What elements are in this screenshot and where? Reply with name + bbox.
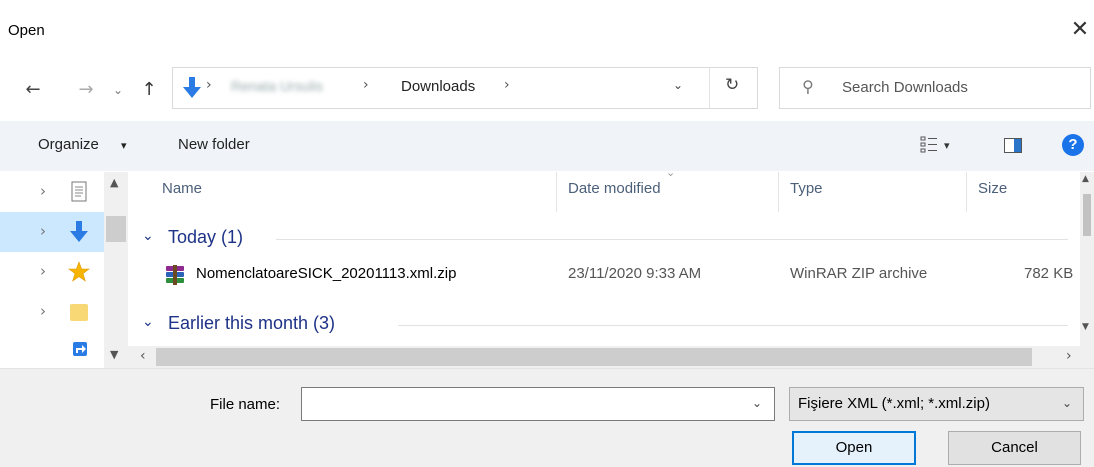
- file-list: Name ⌄ Date modified Type Size ⌄ Today (…: [128, 166, 1094, 368]
- scroll-left-icon[interactable]: ‹: [140, 348, 146, 364]
- preview-pane-icon[interactable]: [1004, 138, 1022, 153]
- open-button[interactable]: Open: [792, 431, 916, 465]
- scroll-up-icon[interactable]: ▲: [110, 176, 118, 189]
- address-dropdown-icon[interactable]: ⌄: [673, 78, 683, 92]
- recent-locations-icon[interactable]: ⌄: [110, 77, 126, 103]
- search-icon: ⚲: [802, 77, 814, 96]
- star-icon: [68, 261, 90, 282]
- back-icon[interactable]: ←: [22, 77, 44, 103]
- scroll-thumb[interactable]: [1083, 194, 1091, 236]
- nav-item-folder[interactable]: ›: [0, 292, 104, 332]
- column-header-row: Name ⌄ Date modified Type Size: [128, 166, 1080, 212]
- breadcrumb-user-folder[interactable]: Renata Ursulis: [231, 78, 351, 96]
- column-header-type[interactable]: Type: [790, 180, 823, 197]
- breadcrumb-downloads[interactable]: Downloads: [401, 78, 475, 95]
- column-divider[interactable]: [778, 172, 779, 212]
- expand-chevron-icon[interactable]: ›: [40, 182, 46, 200]
- download-icon: [70, 221, 88, 242]
- close-icon[interactable]: ✕: [1068, 16, 1092, 44]
- group-divider: [276, 239, 1068, 240]
- file-name-combo[interactable]: ⌄: [301, 387, 775, 421]
- file-size: 782 KB: [1024, 265, 1074, 282]
- file-name-label: File name:: [210, 396, 281, 413]
- column-header-date[interactable]: Date modified: [568, 180, 661, 197]
- collapse-chevron-icon[interactable]: ⌄: [142, 228, 154, 244]
- organize-button[interactable]: Organize: [38, 136, 99, 153]
- expand-chevron-icon[interactable]: ›: [40, 262, 46, 280]
- file-list-vertical-scrollbar[interactable]: ▲ ▼: [1080, 172, 1094, 346]
- nav-item-shortcut[interactable]: [0, 328, 104, 368]
- file-type-filter-select[interactable]: Fişiere XML (*.xml; *.xml.zip) ⌄: [789, 387, 1084, 421]
- group-header-today[interactable]: ⌄ Today (1): [128, 222, 1078, 256]
- cancel-button[interactable]: Cancel: [948, 431, 1081, 465]
- refresh-icon[interactable]: ↻: [725, 75, 739, 95]
- column-divider[interactable]: [966, 172, 967, 212]
- nav-scrollbar[interactable]: ▲ ▼: [104, 172, 128, 368]
- address-bar[interactable]: › Renata Ursulis › Downloads › ⌄ ↻: [172, 67, 758, 109]
- view-options-icon[interactable]: [920, 135, 938, 153]
- nav-item-quick-access[interactable]: ›: [0, 252, 104, 292]
- expand-chevron-icon[interactable]: ›: [40, 222, 46, 240]
- group-header-earlier-this-month[interactable]: ⌄ Earlier this month (3): [128, 308, 1078, 342]
- window-title: Open: [8, 22, 45, 39]
- file-name-input[interactable]: [306, 392, 746, 416]
- horizontal-scrollbar[interactable]: ‹ ›: [128, 346, 1094, 368]
- scroll-thumb[interactable]: [106, 216, 126, 242]
- expand-chevron-icon[interactable]: ›: [40, 302, 46, 320]
- forward-icon[interactable]: →: [75, 77, 97, 103]
- new-folder-button[interactable]: New folder: [178, 136, 250, 153]
- search-box[interactable]: ⚲ Search Downloads: [779, 67, 1091, 109]
- download-icon: [183, 77, 201, 98]
- group-label: Earlier this month (3): [168, 313, 336, 333]
- title-bar: Open ✕: [0, 0, 1094, 66]
- search-input[interactable]: Search Downloads: [842, 79, 968, 96]
- sort-indicator-icon: ⌄: [666, 166, 676, 179]
- file-type: WinRAR ZIP archive: [790, 265, 928, 282]
- scroll-down-icon[interactable]: ▼: [1082, 322, 1089, 332]
- up-folder-icon[interactable]: ↑: [138, 77, 160, 103]
- column-divider[interactable]: [556, 172, 557, 212]
- file-type-filter-value: Fişiere XML (*.xml; *.xml.zip): [798, 395, 990, 412]
- breadcrumb-separator: ›: [206, 77, 212, 93]
- column-header-size[interactable]: Size: [978, 180, 1007, 197]
- shortcut-icon: [73, 342, 87, 356]
- chevron-down-icon[interactable]: ⌄: [1062, 396, 1072, 410]
- scroll-thumb[interactable]: [156, 348, 1032, 366]
- nav-item-documents[interactable]: ›: [0, 172, 104, 212]
- file-row[interactable]: NomenclatoareSICK_20201113.xml.zip 23/11…: [128, 256, 1078, 294]
- scroll-down-icon[interactable]: ▼: [110, 348, 118, 361]
- help-icon[interactable]: ?: [1062, 134, 1084, 156]
- document-icon: [71, 181, 87, 202]
- group-divider: [398, 325, 1068, 326]
- breadcrumb-separator[interactable]: ›: [363, 77, 369, 93]
- navigation-pane: › › › › ▲ ▼: [0, 172, 128, 368]
- group-label: Today (1): [168, 227, 244, 247]
- organize-dropdown-icon[interactable]: ▾: [121, 139, 127, 152]
- breadcrumb-separator[interactable]: ›: [504, 77, 510, 93]
- scroll-up-icon[interactable]: ▲: [1082, 174, 1089, 184]
- collapse-chevron-icon[interactable]: ⌄: [142, 314, 154, 330]
- view-dropdown-icon[interactable]: ▾: [944, 139, 950, 152]
- command-bar: Organize ▾ New folder ▾ ?: [0, 121, 1094, 171]
- bottom-panel: File name: ⌄ Fişiere XML (*.xml; *.xml.z…: [0, 368, 1094, 467]
- column-header-name[interactable]: Name: [162, 180, 202, 197]
- chevron-down-icon[interactable]: ⌄: [752, 396, 762, 410]
- file-name: NomenclatoareSICK_20201113.xml.zip: [196, 265, 457, 282]
- nav-item-downloads[interactable]: ›: [0, 212, 104, 252]
- winrar-archive-icon: [166, 265, 184, 285]
- address-divider: [709, 68, 710, 108]
- file-date: 23/11/2020 9:33 AM: [568, 265, 702, 282]
- folder-icon: [70, 304, 88, 321]
- scroll-right-icon[interactable]: ›: [1066, 348, 1072, 364]
